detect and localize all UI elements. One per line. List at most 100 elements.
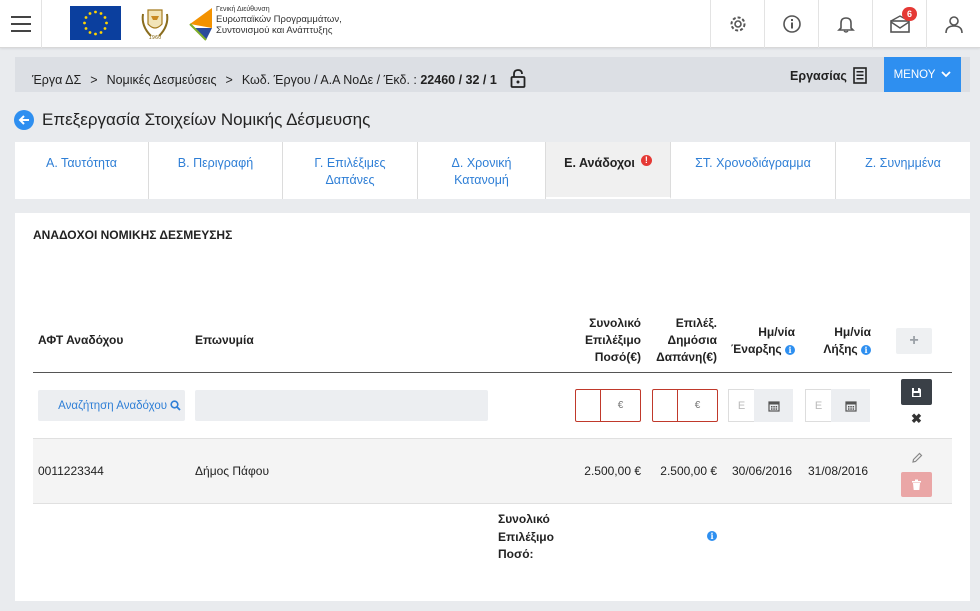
name-input[interactable]	[195, 390, 488, 421]
tab-label: ΣΤ. Χρονοδιάγραμμα	[695, 156, 811, 170]
user-button[interactable]	[926, 0, 980, 48]
top-bar: 1960 Γενική Διεύθυνση Ευρωπαϊκών Προγραμ…	[0, 0, 980, 48]
plus-icon: +	[909, 332, 919, 349]
svg-text:1960: 1960	[149, 35, 162, 41]
breadcrumb-separator: >	[225, 72, 233, 87]
delete-button[interactable]	[901, 472, 932, 497]
breadcrumb: Έργα ΔΣ > Νομικές Δεσμεύσεις > Κωδ. Έργο…	[32, 68, 527, 91]
table-row: 0011223344 Δήμος Πάφου 2.500,00 € 2.500,…	[33, 439, 952, 503]
contractors-panel: ΑΝΑΔΟΧΟΙ ΝΟΜΙΚΗΣ ΔΕΣΜΕΥΣΗΣ ΑΦΤ Αναδόχου …	[15, 213, 970, 601]
breadcrumb-item-current: Κωδ. Έργου / Α.Α ΝοΔε / Έκδ. :	[241, 72, 417, 87]
tab-label: Ζ. Συνημμένα	[865, 156, 941, 170]
tab-attachments[interactable]: Ζ. Συνημμένα	[836, 142, 970, 199]
cell-afm: 0011223344	[38, 464, 104, 478]
chevron-down-icon	[941, 71, 952, 78]
cell-name: Δήμος Πάφου	[195, 464, 270, 478]
header-line: Λήξης	[823, 342, 858, 356]
breadcrumb-item-commitments[interactable]: Νομικές Δεσμεύσεις	[107, 73, 217, 87]
header-line: Επιλέξ.	[675, 316, 717, 330]
header-end-date: Ημ/νία Λήξης i	[795, 324, 871, 358]
header-line: Επιλέξιμο	[585, 333, 641, 347]
info-button[interactable]	[764, 0, 818, 48]
header-divider	[33, 372, 952, 373]
tab-label: Ε. Ανάδοχοι	[564, 156, 635, 170]
tab-label: Β. Περιγραφή	[177, 156, 254, 170]
cell-total-amount: 2.500,00 €	[584, 464, 641, 478]
tab-label: Γ. Επιλέξιμες Δαπάνες	[314, 156, 386, 187]
tab-time-allocation[interactable]: Δ. Χρονική Κατανομή	[418, 142, 546, 199]
tab-description[interactable]: Β. Περιγραφή	[149, 142, 283, 199]
gd-line3: Συντονισμού και Ανάπτυξης	[216, 25, 333, 36]
info-icon[interactable]: i	[707, 531, 717, 541]
close-icon[interactable]: ✖	[901, 409, 932, 429]
tab-label: Α. Ταυτότητα	[46, 156, 117, 170]
header-line: Έναρξης	[731, 342, 782, 356]
floppy-icon	[912, 387, 921, 397]
messages-button[interactable]: 6	[872, 0, 926, 48]
gd-line1: Γενική Διεύθυνση	[216, 6, 270, 13]
menu-dropdown-button[interactable]: ΜΕΝΟΥ	[884, 57, 961, 92]
user-icon	[944, 16, 963, 34]
tab-bar: Α. Ταυτότητα Β. Περιγραφή Γ. Επιλέξιμες …	[15, 142, 970, 199]
breadcrumb-separator: >	[90, 72, 98, 87]
settings-button[interactable]	[710, 0, 764, 48]
tab-eligible-expenses[interactable]: Γ. Επιλέξιμες Δαπάνες	[283, 142, 418, 199]
header-line: Ημ/νία	[834, 325, 871, 339]
notification-badge: 6	[902, 7, 917, 21]
search-icon	[170, 400, 181, 411]
header-line: Συνολικό	[589, 316, 641, 330]
header-start-date: Ημ/νία Έναρξης i	[720, 324, 795, 358]
tab-identity[interactable]: Α. Ταυτότητα	[15, 142, 149, 199]
info-icon[interactable]: i	[861, 345, 871, 355]
total-label-line: Επιλέξιμο	[498, 529, 554, 544]
add-contractor-button[interactable]: +	[896, 328, 932, 354]
save-button[interactable]	[901, 379, 932, 405]
header-line: Ποσό(€)	[594, 350, 641, 364]
notifications-button[interactable]	[818, 0, 872, 48]
info-icon	[782, 15, 801, 33]
breadcrumb-bar: Έργα ΔΣ > Νομικές Δεσμεύσεις > Κωδ. Έργο…	[15, 57, 970, 92]
info-icon[interactable]: i	[785, 345, 795, 355]
end-date-input[interactable]: Ε	[805, 389, 870, 422]
header-name: Επωνυμία	[195, 333, 254, 347]
error-icon: !	[640, 155, 652, 166]
calendar-icon[interactable]	[754, 389, 793, 422]
tab-schedule[interactable]: ΣΤ. Χρονοδιάγραμμα	[671, 142, 836, 199]
pencil-icon[interactable]	[901, 446, 932, 470]
calendar-icon[interactable]	[831, 389, 870, 422]
total-label-line: Ποσό:	[498, 547, 534, 561]
currency-addon: €	[694, 400, 701, 411]
list-icon	[853, 67, 867, 84]
back-arrow-icon[interactable]	[14, 110, 34, 130]
header-line: Δημόσια	[667, 333, 717, 347]
search-contractor-button[interactable]: Αναζήτηση Αναδόχου	[38, 390, 185, 421]
total-label-line: Συνολικό	[498, 512, 550, 526]
directorate-logo: Γενική Διεύθυνση Ευρωπαϊκών Προγραμμάτων…	[186, 4, 342, 44]
currency-addon: €	[617, 400, 624, 411]
header-total-amount: Συνολικό Επιλέξιμο Ποσό(€)	[566, 315, 641, 366]
header-line: Ημ/νία	[758, 325, 795, 339]
breadcrumb-item-code: 22460 / 32 / 1	[420, 72, 497, 87]
public-expense-input[interactable]: €	[652, 389, 718, 422]
breadcrumb-item-projects[interactable]: Έργα ΔΣ	[32, 73, 81, 87]
lock-icon[interactable]	[509, 68, 527, 91]
public-expense-field[interactable]	[653, 390, 678, 421]
header-public-expense: Επιλέξ. Δημόσια Δαπάνη(€)	[642, 315, 717, 366]
tab-label: Δ. Χρονική Κατανομή	[451, 156, 512, 187]
panel-title: ΑΝΑΔΟΧΟΙ ΝΟΜΙΚΗΣ ΔΕΣΜΕΥΣΗΣ	[33, 228, 233, 242]
cell-start-date: 30/06/2016	[732, 464, 793, 478]
total-amount-field[interactable]	[576, 390, 601, 421]
tab-contractors[interactable]: Ε. Ανάδοχοι!	[546, 142, 671, 199]
gd-line2: Ευρωπαϊκών Προγραμμάτων,	[216, 14, 342, 25]
start-date-input[interactable]: Ε	[728, 389, 793, 422]
gear-icon	[730, 16, 745, 32]
menu-label: ΜΕΝΟΥ	[893, 68, 936, 81]
bell-icon	[836, 17, 855, 33]
end-date-field[interactable]: Ε	[805, 389, 831, 422]
eu-flag-logo	[70, 6, 121, 40]
row-divider	[33, 503, 952, 504]
total-amount-input[interactable]: €	[575, 389, 641, 422]
start-date-field[interactable]: Ε	[728, 389, 754, 422]
menu-icon[interactable]	[0, 0, 42, 48]
work-list-button[interactable]: Εργασίας	[790, 67, 868, 84]
